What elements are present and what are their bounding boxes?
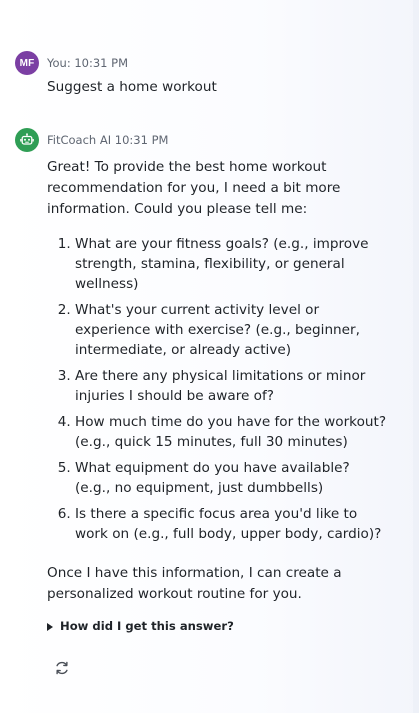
message-text: Suggest a home workout <box>47 79 217 95</box>
answer-details-toggle[interactable]: How did I get this answer? <box>47 616 387 637</box>
ai-avatar <box>15 128 39 152</box>
list-item: How much time do you have for the workou… <box>75 412 387 452</box>
ai-message: FitCoach AI 10:31 PM Great! To provide t… <box>15 128 387 637</box>
list-item: What equipment do you have available? (e… <box>75 458 387 498</box>
user-message: MF You: 10:31 PM Suggest a home workout <box>15 51 385 98</box>
scroll-edge <box>413 0 419 713</box>
list-item: Is there a specific focus area you'd lik… <box>75 504 387 544</box>
regenerate-button[interactable] <box>52 658 72 678</box>
intro-text: Great! To provide the best home workout … <box>47 159 341 217</box>
user-avatar: MF <box>15 51 39 75</box>
list-item: What are your fitness goals? (e.g., impr… <box>75 234 387 294</box>
outro-text: Once I have this information, I can crea… <box>47 565 342 602</box>
message-header: FitCoach AI 10:31 PM <box>15 128 385 152</box>
message-header: MF You: 10:31 PM <box>15 51 385 75</box>
answer-details-label: How did I get this answer? <box>60 619 234 633</box>
refresh-icon <box>56 661 68 675</box>
question-list: What are your fitness goals? (e.g., impr… <box>47 234 387 544</box>
robot-icon <box>20 133 34 145</box>
list-item: What's your current activity level or ex… <box>75 300 387 360</box>
caret-right-icon <box>47 622 53 631</box>
message-body: Great! To provide the best home workout … <box>47 157 387 637</box>
list-item: Are there any physical limitations or mi… <box>75 366 387 406</box>
sender-timestamp: You: 10:31 PM <box>47 56 129 70</box>
chat-panel: MF You: 10:31 PM Suggest a home workout … <box>0 0 419 713</box>
sender-timestamp: FitCoach AI 10:31 PM <box>47 133 169 147</box>
